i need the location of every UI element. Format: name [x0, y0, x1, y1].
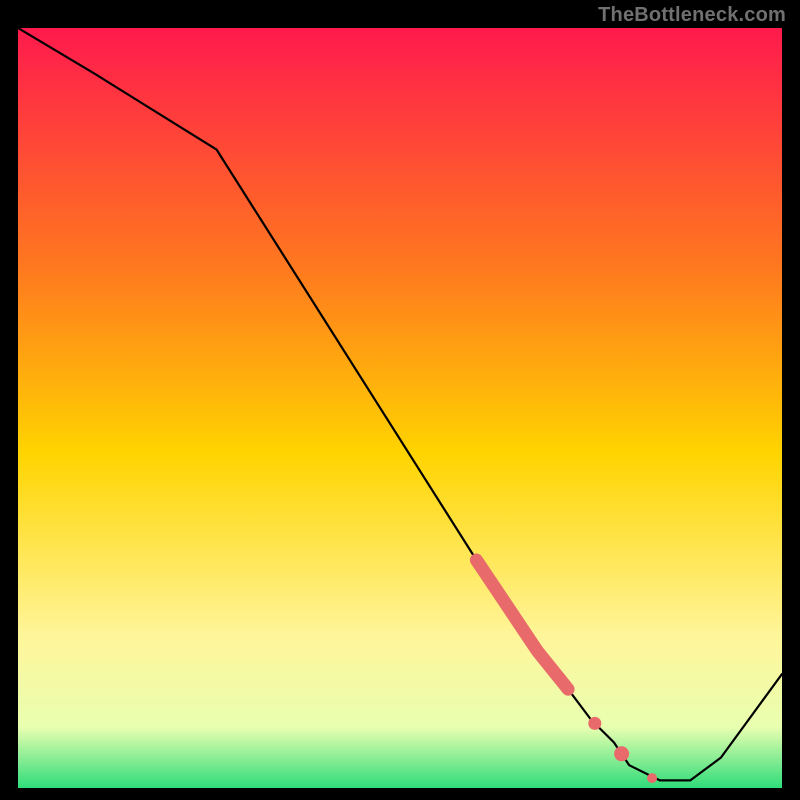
watermark-text: TheBottleneck.com	[598, 4, 786, 27]
plot-area	[18, 28, 782, 788]
bottleneck-chart-svg	[18, 28, 782, 788]
gradient-background	[18, 28, 782, 788]
highlight-dot	[614, 746, 629, 761]
highlight-dot	[647, 773, 657, 783]
highlight-dot	[588, 717, 601, 730]
chart-frame: TheBottleneck.com	[0, 0, 800, 800]
